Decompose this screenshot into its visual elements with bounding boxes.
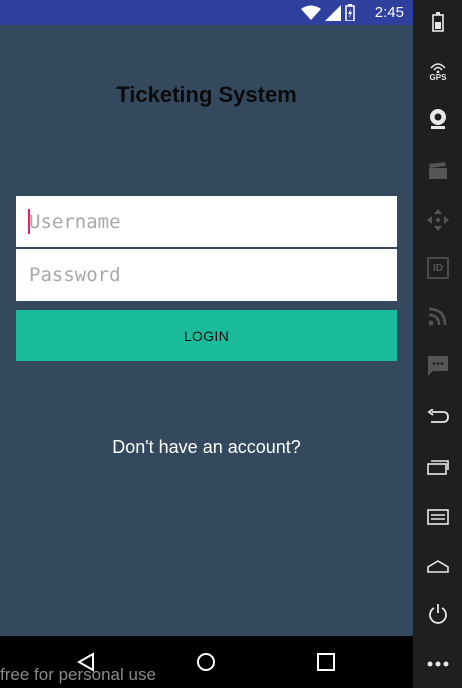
status-bar: 2:45 (0, 0, 413, 25)
back-icon[interactable] (423, 402, 453, 432)
battery-charging-icon (345, 4, 355, 21)
more-icon[interactable] (423, 649, 453, 679)
signal-icon (325, 4, 341, 21)
signup-link[interactable]: Don't have an account? (0, 437, 413, 458)
camera-icon[interactable] (423, 104, 453, 134)
id-icon[interactable]: ID (423, 253, 453, 283)
status-time: 2:45 (374, 4, 404, 21)
battery-icon[interactable] (423, 7, 453, 37)
menu-icon[interactable] (423, 502, 453, 532)
phone-screen: 2:45 Ticketing System LOGIN Don't have a… (0, 0, 413, 688)
gps-icon[interactable]: GPS (423, 57, 453, 87)
emulator-sidebar: GPS ID (413, 0, 462, 688)
wifi-icon (301, 5, 321, 20)
gps-label: GPS (429, 72, 447, 82)
page-title: Ticketing System (116, 82, 297, 107)
nav-home-icon[interactable] (191, 648, 221, 676)
text-caret (28, 209, 30, 234)
password-input[interactable] (16, 249, 397, 301)
status-icons (301, 4, 355, 21)
sms-icon[interactable] (423, 351, 453, 381)
rss-icon[interactable] (423, 301, 453, 331)
power-icon[interactable] (423, 599, 453, 629)
username-input[interactable] (16, 196, 397, 248)
watermark-text: free for personal use (0, 665, 156, 684)
video-icon[interactable] (423, 156, 453, 186)
id-label: ID (433, 262, 443, 274)
dpad-icon[interactable] (423, 205, 453, 235)
home-icon[interactable] (423, 551, 453, 581)
recents-icon[interactable] (423, 452, 453, 482)
nav-recents-icon[interactable] (311, 648, 341, 676)
login-button[interactable]: LOGIN (16, 310, 397, 361)
